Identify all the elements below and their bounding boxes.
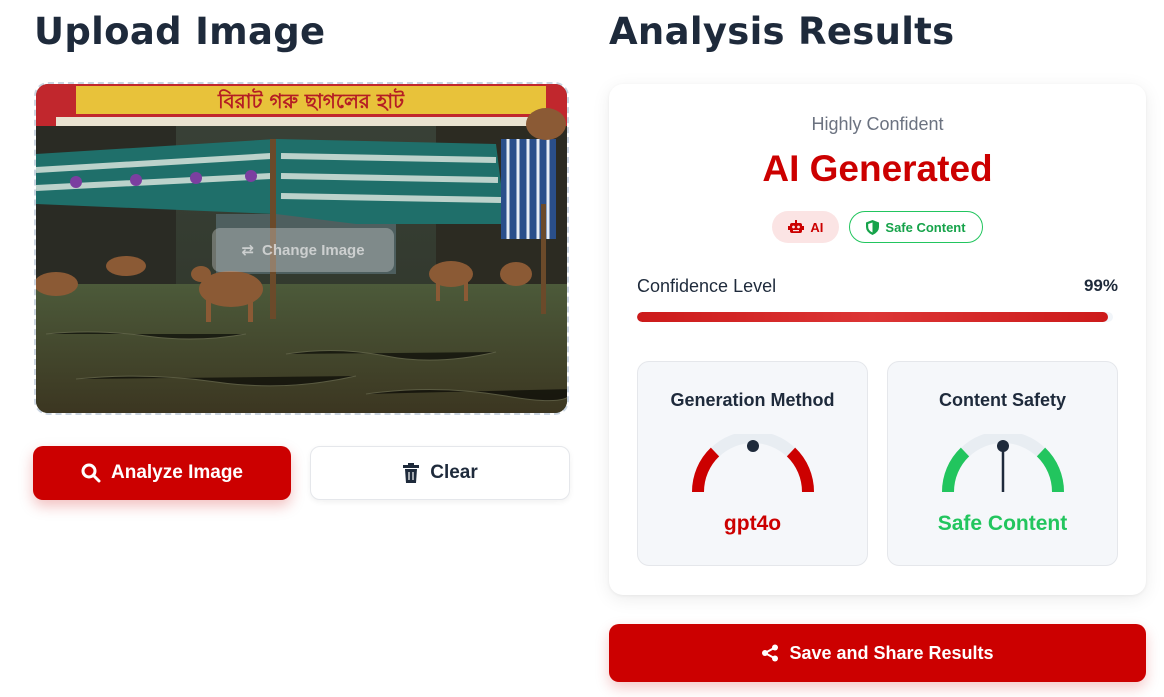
verdict-label: AI Generated (762, 148, 993, 189)
generation-method-value: gpt4o (723, 512, 782, 535)
analyze-label: Analyze Image (111, 462, 243, 483)
generation-method-card: Generation Method gpt4o (637, 361, 868, 566)
results-title: Analysis Results (609, 10, 955, 53)
safe-content-badge: Safe Content (849, 211, 983, 243)
share-label: Save and Share Results (789, 642, 994, 663)
content-safety-value: Safe Content (937, 512, 1068, 535)
banner-text: বিরাট গরু ছাগলের হাট (217, 88, 405, 113)
confidence-bar-fill (637, 312, 1109, 322)
results-card: Highly Confident AI Generated AI Safe Co… (609, 84, 1146, 595)
ai-badge: AI (772, 211, 840, 243)
clear-button[interactable]: Clear (310, 446, 570, 500)
confidence-label: Confidence Level (637, 276, 777, 296)
robot-icon (788, 220, 805, 233)
safe-badge-label: Safe Content (885, 219, 966, 235)
change-image-button[interactable]: ⇄ Change Image (212, 228, 394, 272)
change-image-label: Change Image (262, 241, 365, 259)
save-share-button[interactable]: Save and Share Results (609, 624, 1146, 682)
image-preview[interactable]: বিরাট গরু ছাগলের হাট ⇄ Change Image (34, 82, 569, 415)
confidence-bar (637, 312, 1113, 322)
analyze-image-button[interactable]: Analyze Image (33, 446, 291, 500)
swap-icon: ⇄ (241, 242, 255, 259)
safety-gauge-icon (941, 434, 1064, 493)
badge-row: AI Safe Content (609, 211, 1146, 243)
shield-icon (866, 219, 880, 235)
generation-gauge-icon (691, 434, 814, 493)
upload-title: Upload Image (34, 10, 326, 53)
ai-badge-label: AI (810, 219, 824, 235)
confidence-value: 99% (1083, 276, 1118, 295)
share-icon (762, 644, 779, 662)
search-icon (81, 463, 101, 483)
generation-method-title: Generation Method (670, 390, 835, 410)
content-safety-card: Content Safety Safe Content (887, 361, 1118, 566)
content-safety-title: Content Safety (938, 390, 1066, 410)
confidence-descriptor: Highly Confident (811, 114, 944, 134)
trash-icon (403, 463, 420, 483)
clear-label: Clear (430, 462, 478, 483)
